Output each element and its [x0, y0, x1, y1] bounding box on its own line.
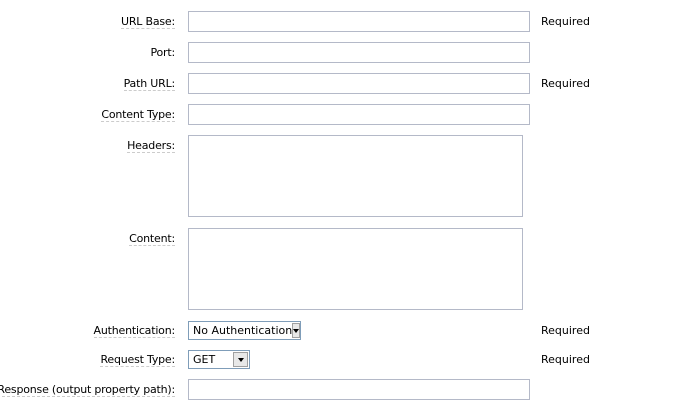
- response-input[interactable]: [188, 379, 530, 400]
- authentication-value: No Authentication: [193, 324, 293, 337]
- authentication-label: Authentication:: [93, 324, 175, 338]
- request-type-label: Request Type:: [100, 353, 175, 367]
- request-type-value: GET: [193, 353, 216, 366]
- port-label: Port:: [150, 46, 175, 59]
- port-input[interactable]: [188, 42, 530, 63]
- request-type-select[interactable]: GET: [188, 350, 250, 369]
- content-label: Content:: [129, 232, 175, 246]
- headers-textarea[interactable]: [188, 135, 523, 217]
- chevron-down-icon[interactable]: [233, 352, 248, 367]
- content-type-input[interactable]: [188, 104, 530, 125]
- authentication-required: Required: [541, 324, 590, 337]
- content-textarea[interactable]: [188, 228, 523, 310]
- path-url-required: Required: [541, 77, 590, 90]
- content-type-label: Content Type:: [101, 108, 175, 122]
- request-type-required: Required: [541, 353, 590, 366]
- authentication-select[interactable]: No Authentication: [188, 321, 301, 340]
- chevron-down-icon[interactable]: [292, 323, 301, 338]
- headers-label: Headers:: [127, 139, 175, 153]
- path-url-input[interactable]: [188, 73, 530, 94]
- url-base-required: Required: [541, 15, 590, 28]
- url-base-label: URL Base:: [120, 15, 175, 29]
- url-base-input[interactable]: [188, 11, 530, 32]
- response-label: Response (output property path):: [0, 383, 175, 397]
- path-url-label: Path URL:: [123, 77, 175, 91]
